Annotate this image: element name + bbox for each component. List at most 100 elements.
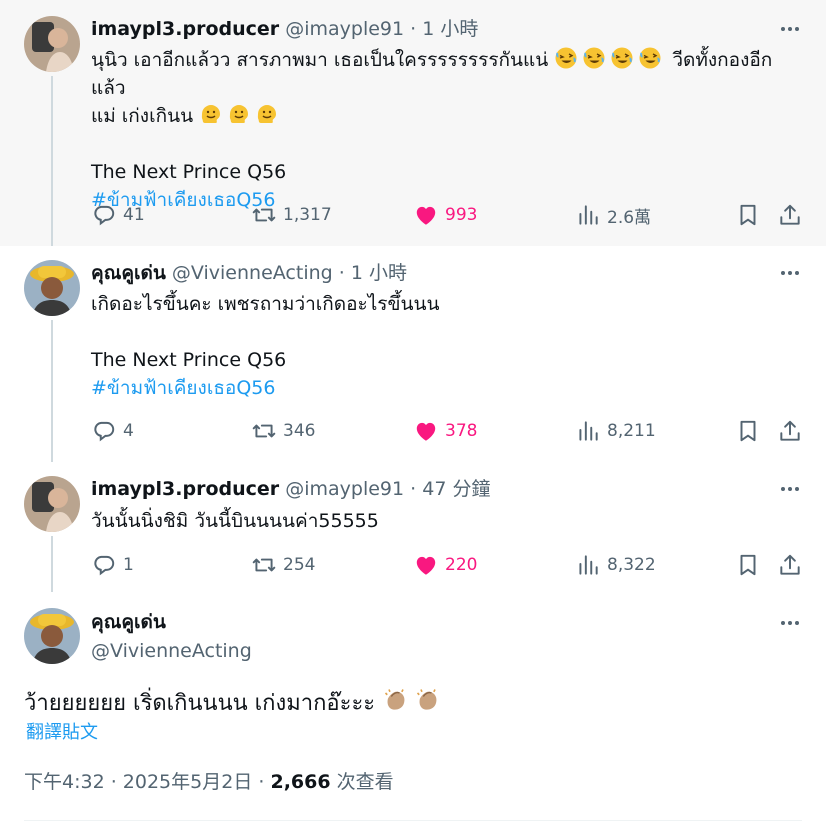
- thread-connector-line: [51, 320, 53, 462]
- display-name[interactable]: imaypl3.producer: [91, 18, 279, 40]
- tweet-header: imaypl3.producer @imayple91 · 1 小時: [91, 15, 766, 43]
- repost-button[interactable]: 254: [251, 550, 315, 580]
- repost-icon: [251, 202, 277, 228]
- view-count: 2,666: [270, 771, 331, 793]
- repost-icon: [251, 418, 277, 444]
- display-name[interactable]: คุณคูเด่น: [91, 262, 166, 284]
- tweet-header: คุณคูเด่น @VivienneActing · 1 小時: [91, 259, 766, 287]
- reply-icon: [91, 552, 117, 578]
- melting-face-icon: [255, 102, 279, 126]
- more-options-icon[interactable]: [776, 15, 804, 43]
- views-count: 8,211: [607, 421, 656, 441]
- reply-count: 1: [123, 555, 134, 575]
- heart-icon: [413, 552, 439, 578]
- heart-icon: [413, 418, 439, 444]
- like-count: 378: [445, 421, 478, 441]
- share-icon: [777, 202, 803, 228]
- like-button[interactable]: 378: [413, 416, 477, 446]
- show-name: The Next Prince Q56: [91, 349, 287, 371]
- action-bar: 1 254 220 8,322: [91, 550, 804, 580]
- views-icon: [575, 552, 601, 578]
- thread-tweet-1[interactable]: imaypl3.producer @imayple91 · 1 小時 นุนิว…: [0, 0, 826, 246]
- bookmark-button[interactable]: [735, 550, 767, 580]
- timestamp[interactable]: 47 分鐘: [422, 478, 490, 500]
- avatar[interactable]: [24, 476, 80, 532]
- divider: [24, 820, 802, 821]
- like-button[interactable]: 993: [413, 200, 477, 230]
- display-name[interactable]: imaypl3.producer: [91, 478, 279, 500]
- avatar[interactable]: [24, 16, 80, 72]
- rolling-on-floor-laughing-icon: [582, 46, 606, 70]
- separator-dot: ·: [410, 18, 417, 40]
- repost-button[interactable]: 346: [251, 416, 315, 446]
- separator-dot: ·: [338, 262, 345, 284]
- reply-count: 4: [123, 421, 134, 441]
- more-options-icon[interactable]: [776, 259, 804, 287]
- separator-dot: ·: [410, 478, 417, 500]
- user-handle[interactable]: @VivienneActing: [91, 637, 252, 665]
- melting-face-icon: [227, 102, 251, 126]
- tweet-header: imaypl3.producer @imayple91 · 47 分鐘: [91, 475, 766, 503]
- show-name: The Next Prince Q56: [91, 161, 287, 183]
- more-options-icon[interactable]: [776, 609, 804, 637]
- reply-button[interactable]: 1: [91, 550, 134, 580]
- like-count: 220: [445, 555, 478, 575]
- post-time[interactable]: 下午4:32 · 2025年5月2日: [24, 771, 252, 793]
- separator-dot: ·: [258, 771, 265, 793]
- translate-post-link[interactable]: 翻譯貼文: [26, 720, 98, 746]
- rolling-on-floor-laughing-icon: [610, 46, 634, 70]
- repost-count: 346: [283, 421, 316, 441]
- timestamp[interactable]: 1 小時: [351, 262, 407, 284]
- reply-button[interactable]: 41: [91, 200, 145, 230]
- display-name[interactable]: คุณคูเด่น: [91, 608, 166, 636]
- views-button[interactable]: 8,211: [575, 416, 656, 446]
- user-handle[interactable]: @VivienneActing: [172, 262, 333, 284]
- thread-tweet-3[interactable]: imaypl3.producer @imayple91 · 47 分鐘 วันน…: [0, 462, 826, 592]
- tweet-text-line: นุนิว เอาอีกแล้วว สารภาพมา เธอเป็นใครรรร…: [91, 49, 549, 71]
- repost-button[interactable]: 1,317: [251, 200, 332, 230]
- clapping-hands-icon: [382, 686, 410, 714]
- user-handle[interactable]: @imayple91: [285, 478, 404, 500]
- share-button[interactable]: [777, 550, 809, 580]
- views-count: 8,322: [607, 555, 656, 575]
- share-button[interactable]: [777, 200, 809, 230]
- tweet-text-line: ว้ายยยยยย เริ่ดเกินนนน เก่งมากอ๊ะะะ: [24, 691, 376, 716]
- tweet-text: วันนั้นนิ่งชิมิ วันนี้บินนนนค่า55555: [91, 507, 802, 535]
- clapping-hands-icon: [414, 686, 442, 714]
- user-handle[interactable]: @imayple91: [285, 18, 404, 40]
- bookmark-button[interactable]: [735, 200, 767, 230]
- like-count: 993: [445, 205, 478, 225]
- share-icon: [777, 418, 803, 444]
- avatar[interactable]: [24, 608, 80, 664]
- bookmark-button[interactable]: [735, 416, 767, 446]
- heart-icon: [413, 202, 439, 228]
- tweet-text: ว้ายยยยยย เริ่ดเกินนนน เก่งมากอ๊ะะะ: [24, 686, 446, 720]
- share-button[interactable]: [777, 416, 809, 446]
- post-meta: 下午4:32 · 2025年5月2日 · 2,666 次查看: [24, 768, 394, 796]
- view-label: 次查看: [336, 771, 394, 793]
- rolling-on-floor-laughing-icon: [554, 46, 578, 70]
- hashtag-link[interactable]: #ข้ามฟ้าเคียงเธอQ56: [91, 374, 802, 402]
- repost-icon: [251, 552, 277, 578]
- repost-count: 254: [283, 555, 316, 575]
- like-button[interactable]: 220: [413, 550, 477, 580]
- thread-tweet-2[interactable]: คุณคูเด่น @VivienneActing · 1 小時 เกิดอะไ…: [0, 246, 826, 462]
- thread-connector-line: [51, 536, 53, 592]
- views-button[interactable]: 8,322: [575, 550, 656, 580]
- avatar[interactable]: [24, 260, 80, 316]
- views-icon: [575, 202, 601, 228]
- views-count: 2.6萬: [607, 207, 652, 228]
- action-bar: 4 346 378 8,211: [91, 416, 804, 446]
- tweet-text: เกิดอะไรขึ้นคะ เพชรถามว่าเกิดอะไรขึ้นนน …: [91, 290, 802, 402]
- melting-face-icon: [199, 102, 223, 126]
- timestamp[interactable]: 1 小時: [422, 18, 478, 40]
- reply-button[interactable]: 4: [91, 416, 134, 446]
- views-button[interactable]: 2.6萬: [575, 200, 651, 230]
- action-bar: 41 1,317 993 2.6萬: [91, 200, 804, 230]
- tweet-text: นุนิว เอาอีกแล้วว สารภาพมา เธอเป็นใครรรร…: [91, 46, 802, 214]
- reply-icon: [91, 418, 117, 444]
- rolling-on-floor-laughing-icon: [638, 46, 662, 70]
- more-options-icon[interactable]: [776, 475, 804, 503]
- bookmark-icon: [735, 202, 761, 228]
- bookmark-icon: [735, 418, 761, 444]
